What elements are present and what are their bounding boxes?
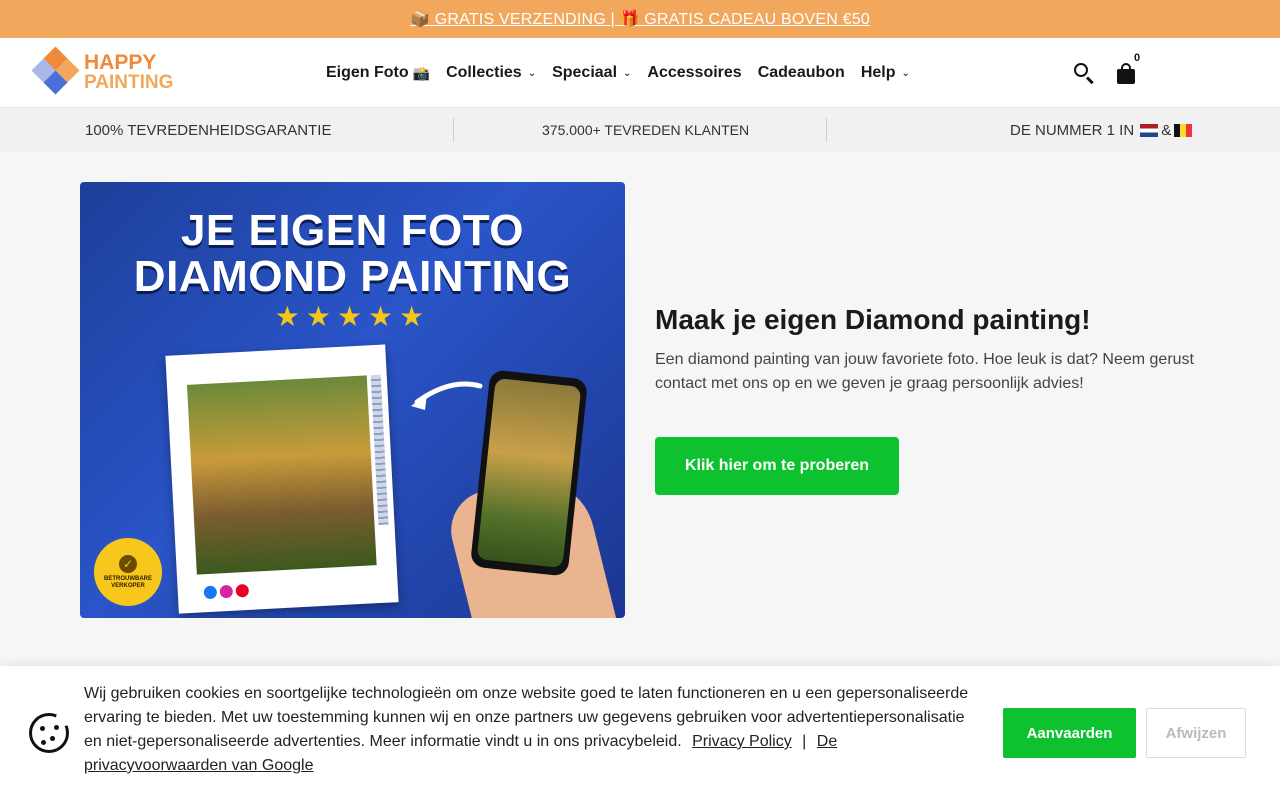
instagram-icon — [219, 584, 234, 599]
nav-help[interactable]: Help ⌄ — [861, 64, 910, 82]
decline-cookies-button[interactable]: Afwijzen — [1146, 708, 1246, 758]
nav-label: Accessoires — [647, 64, 742, 81]
logo-text-painting: PAINTING — [84, 72, 174, 93]
trusted-seller-badge: ✓ BETROUWBARE VERKOPER — [94, 538, 162, 606]
cart-count-badge: 0 — [1134, 52, 1141, 64]
announcement-link[interactable]: 📦 GRATIS VERZENDING | 🎁 GRATIS CADEAU BO… — [410, 9, 870, 29]
privacy-policy-link[interactable]: Privacy Policy — [692, 733, 792, 750]
nav-accessoires[interactable]: Accessoires — [647, 64, 741, 82]
hero-section: JE EIGEN FOTO DIAMOND PAINTING ★★★★★ ✓ B… — [0, 152, 1280, 648]
nav-eigen-foto[interactable]: Eigen Foto 📸 — [326, 64, 430, 82]
accept-cookies-button[interactable]: Aanvaarden — [1003, 708, 1136, 758]
logo-mark-icon — [30, 46, 80, 98]
hero-image[interactable]: JE EIGEN FOTO DIAMOND PAINTING ★★★★★ ✓ B… — [80, 182, 625, 618]
check-icon: ✓ — [119, 554, 137, 573]
social-icons — [203, 583, 253, 600]
chevron-down-icon: ⌄ — [527, 67, 537, 79]
family-photo — [186, 375, 377, 575]
photo-frame — [165, 344, 399, 614]
hero-body: Een diamond painting van jouw favoriete … — [655, 351, 1194, 392]
cookie-icon — [29, 710, 72, 753]
usp-ampersand: & — [1161, 121, 1172, 139]
badge-text: BETROUWBARE VERKOPER — [104, 575, 152, 589]
phone-image — [469, 369, 589, 577]
cookie-text: Wij gebruiken cookies en soortgelijke te… — [84, 682, 984, 778]
belgium-flag-icon — [1174, 123, 1193, 137]
usp-satisfaction: 100% TEVREDENHEIDSGARANTIE — [85, 121, 332, 139]
search-icon[interactable] — [1072, 61, 1096, 85]
netherlands-flag-icon — [1140, 123, 1159, 137]
nav-label: Eigen Foto — [326, 64, 409, 81]
usp-bar: 100% TEVREDENHEIDSGARANTIE 375.000+ TEVR… — [0, 108, 1280, 152]
shopping-bag-icon[interactable] — [1114, 61, 1138, 85]
link-separator: | — [802, 733, 807, 750]
nav-label: Speciaal — [552, 64, 618, 81]
nav-label: Cadeaubon — [757, 64, 845, 81]
pinterest-icon — [235, 583, 250, 598]
usp-customers: 375.000+ TEVREDEN KLANTEN — [542, 122, 750, 138]
site-header: HAPPY PAINTING Eigen Foto 📸 Collecties ⌄… — [0, 38, 1280, 108]
rating-stars: ★★★★★ — [274, 301, 431, 332]
facebook-icon — [203, 585, 218, 600]
camera-icon: 📸 — [412, 64, 431, 81]
hero-heading: Maak je eigen Diamond painting! — [655, 304, 1091, 335]
hero-image-title-2: DIAMOND PAINTING — [133, 252, 572, 301]
header-icons — [1072, 38, 1138, 108]
cookie-banner: Wij gebruiken cookies en soortgelijke te… — [0, 666, 1280, 800]
nav-label: Help — [860, 64, 896, 81]
try-now-button[interactable]: Klik hier om te proberen — [655, 437, 899, 495]
main-nav: Eigen Foto 📸 Collecties ⌄ Speciaal ⌄ Acc… — [326, 38, 926, 108]
logo[interactable]: HAPPY PAINTING — [30, 46, 190, 98]
chevron-down-icon: ⌄ — [901, 67, 910, 79]
nav-collecties[interactable]: Collecties ⌄ — [446, 64, 536, 82]
logo-text-happy: HAPPY — [84, 51, 157, 74]
announcement-bar: 📦 GRATIS VERZENDING | 🎁 GRATIS CADEAU BO… — [0, 0, 1280, 38]
nav-speciaal[interactable]: Speciaal ⌄ — [552, 64, 631, 82]
arrow-icon — [411, 381, 483, 410]
hero-text: Maak je eigen Diamond painting! Een diam… — [655, 304, 1215, 396]
usp-divider — [453, 118, 454, 142]
usp-number-one: DE NUMMER 1 IN & — [1010, 108, 1195, 152]
usp-divider — [826, 118, 827, 142]
chevron-down-icon: ⌄ — [623, 67, 632, 79]
nav-label: Collecties — [446, 64, 522, 81]
nav-cadeaubon[interactable]: Cadeaubon — [758, 64, 845, 82]
usp-number-one-text: DE NUMMER 1 IN — [1010, 121, 1135, 139]
hero-image-title-1: JE EIGEN FOTO — [180, 206, 525, 255]
